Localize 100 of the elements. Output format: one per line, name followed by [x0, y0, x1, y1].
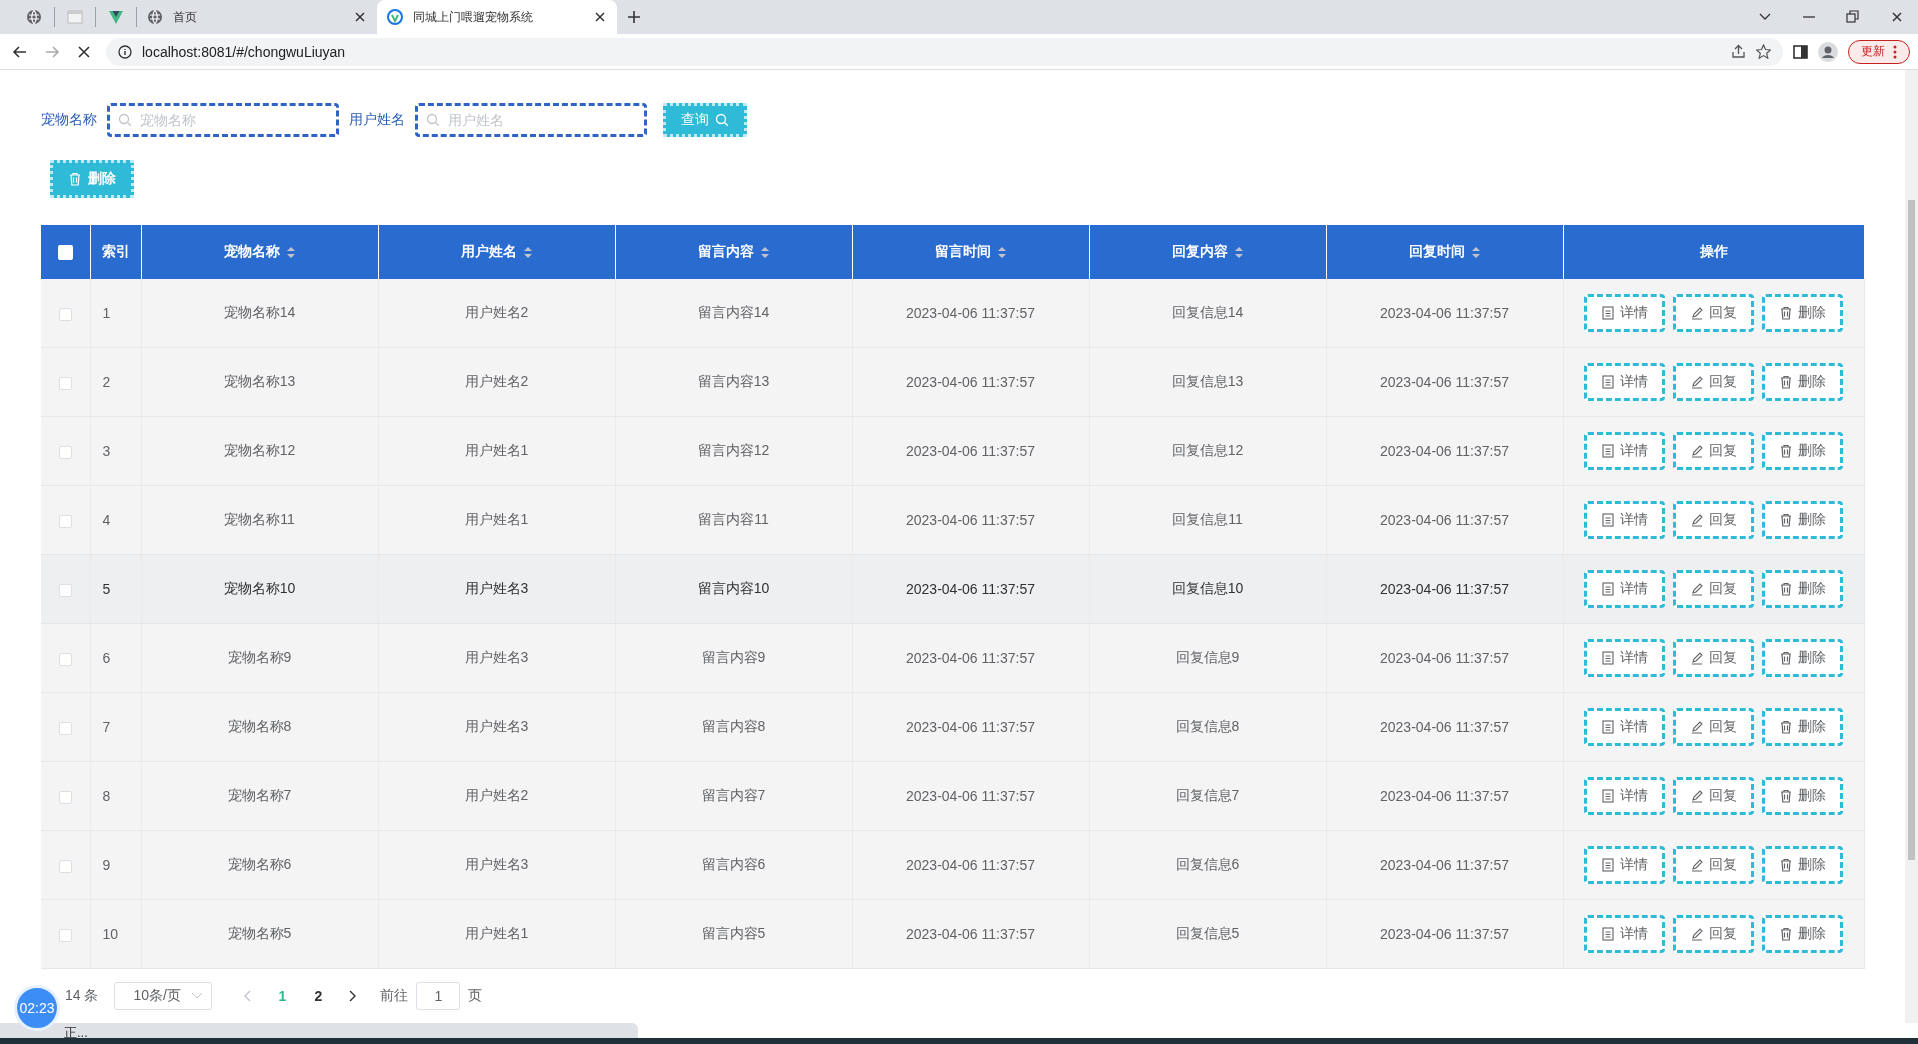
browser-tab[interactable]: 同城上门喂遛宠物系统: [377, 0, 617, 34]
table-cell: 用户姓名2: [464, 787, 529, 803]
delete-button[interactable]: 删除: [1762, 432, 1843, 470]
delete-button[interactable]: 删除: [1762, 363, 1843, 401]
sort-icon[interactable]: [996, 245, 1007, 259]
table-row[interactable]: 8 宠物名称7 用户姓名2 留言内容7 2023-04-06 11:37:57 回复信息7 2023-04-06 11:37:57 详情 回复 删除: [41, 761, 1864, 831]
search-field[interactable]: 宠物名称: [107, 103, 339, 137]
document-icon: [1601, 789, 1615, 803]
table-row[interactable]: 7 宠物名称8 用户姓名3 留言内容8 2023-04-06 11:37:57 回复信息8 2023-04-06 11:37:57 详情 回复 删除: [41, 692, 1864, 762]
details-button[interactable]: 详情: [1584, 501, 1665, 539]
page-input[interactable]: 1: [416, 982, 461, 1010]
sort-icon[interactable]: [759, 245, 770, 259]
delete-button[interactable]: 删除: [1762, 777, 1843, 815]
table-row[interactable]: 9 宠物名称6 用户姓名3 留言内容6 2023-04-06 11:37:57 回复信息6 2023-04-06 11:37:57 详情 回复 删除: [41, 830, 1864, 900]
row-checkbox[interactable]: [58, 859, 72, 873]
reply-button[interactable]: 回复: [1673, 294, 1754, 332]
share-icon[interactable]: [1731, 44, 1746, 59]
document-icon: [1601, 720, 1615, 734]
restore-icon[interactable]: [1846, 10, 1860, 24]
address-bar[interactable]: localhost:8081/#/chongwuLiuyan: [106, 37, 1783, 66]
details-button[interactable]: 详情: [1584, 846, 1665, 884]
close-icon[interactable]: [593, 10, 607, 24]
sort-icon[interactable]: [285, 245, 296, 259]
reply-button[interactable]: 回复: [1673, 708, 1754, 746]
reply-button[interactable]: 回复: [1673, 915, 1754, 953]
prev-page-icon[interactable]: [244, 990, 253, 1002]
column-header[interactable]: 留言内容: [697, 243, 770, 261]
page-number[interactable]: 2: [300, 988, 337, 1004]
table-cell: 2023-04-06 11:37:57: [906, 650, 1035, 666]
delete-button[interactable]: 删除: [1762, 501, 1843, 539]
browser-tab[interactable]: 首页: [137, 0, 377, 34]
sort-icon[interactable]: [1233, 245, 1244, 259]
table-row[interactable]: 3 宠物名称12 用户姓名1 留言内容12 2023-04-06 11:37:57 回复信息12 2023-04-06 11:37:57 详情 回复 删除: [41, 416, 1864, 486]
avatar-icon[interactable]: [1818, 41, 1838, 62]
select-all-checkbox[interactable]: [57, 245, 73, 261]
column-header[interactable]: 回复内容: [1171, 243, 1244, 261]
trash-icon: [68, 172, 82, 186]
table-cell: 宠物名称13: [223, 373, 296, 389]
column-header[interactable]: 宠物名称: [223, 243, 296, 261]
details-button[interactable]: 详情: [1584, 432, 1665, 470]
details-button[interactable]: 详情: [1584, 777, 1665, 815]
details-button[interactable]: 详情: [1584, 294, 1665, 332]
table-row[interactable]: 2 宠物名称13 用户姓名2 留言内容13 2023-04-06 11:37:57 回复信息13 2023-04-06 11:37:57 详情 回复 删除: [41, 347, 1864, 417]
details-button[interactable]: 详情: [1584, 570, 1665, 608]
star-icon[interactable]: [1756, 44, 1771, 59]
pen-icon: [1690, 651, 1704, 665]
table-cell: 留言内容6: [701, 856, 766, 872]
forward-arrow-icon[interactable]: [44, 43, 60, 60]
sort-icon[interactable]: [1470, 245, 1481, 259]
close-icon[interactable]: [353, 10, 367, 24]
delete-button[interactable]: 删除: [1762, 294, 1843, 332]
back-arrow-icon[interactable]: [12, 43, 28, 60]
delete-button[interactable]: 删除: [1762, 708, 1843, 746]
row-checkbox[interactable]: [58, 514, 72, 528]
reply-button[interactable]: 回复: [1673, 639, 1754, 677]
table-row[interactable]: 6 宠物名称9 用户姓名3 留言内容9 2023-04-06 11:37:57 回复信息9 2023-04-06 11:37:57 详情 回复 删除: [41, 623, 1864, 693]
close-icon[interactable]: [1890, 10, 1904, 24]
table-row[interactable]: 10 宠物名称5 用户姓名1 留言内容5 2023-04-06 11:37:57 回复信息5 2023-04-06 11:37:57 详情 回复 删除: [41, 899, 1864, 969]
update-button[interactable]: 更新: [1848, 39, 1910, 64]
table-row[interactable]: 4 宠物名称11 用户姓名1 留言内容11 2023-04-06 11:37:57 回复信息11 2023-04-06 11:37:57 详情 回复 删除: [41, 485, 1864, 555]
delete-button[interactable]: 删除: [1762, 570, 1843, 608]
delete-button[interactable]: 删除: [1762, 915, 1843, 953]
row-checkbox[interactable]: [58, 721, 72, 735]
reply-button[interactable]: 回复: [1673, 570, 1754, 608]
details-button[interactable]: 详情: [1584, 915, 1665, 953]
column-header[interactable]: 留言时间: [934, 243, 1007, 261]
sort-icon[interactable]: [522, 245, 533, 259]
pen-icon: [1690, 789, 1704, 803]
scrollbar[interactable]: [1905, 70, 1918, 1023]
row-checkbox[interactable]: [58, 652, 72, 666]
table-row[interactable]: 1 宠物名称14 用户姓名2 留言内容14 2023-04-06 11:37:57 回复信息14 2023-04-06 11:37:57 详情 回复 删除: [41, 279, 1864, 348]
stop-loading-icon[interactable]: [76, 43, 92, 60]
table-cell: 回复信息9: [1175, 649, 1240, 665]
details-button[interactable]: 详情: [1584, 363, 1665, 401]
row-checkbox[interactable]: [58, 583, 72, 597]
side-panel-icon[interactable]: [1793, 43, 1808, 60]
row-checkbox[interactable]: [58, 376, 72, 390]
details-button[interactable]: 详情: [1584, 639, 1665, 677]
hovered-row[interactable]: 5 宠物名称10 用户姓名3 留言内容10 2023-04-06 11:37:57 回复信息10 2023-04-06 11:37:57 详情 回复 删除: [41, 554, 1864, 624]
reply-button[interactable]: 回复: [1673, 777, 1754, 815]
delete-button[interactable]: 删除: [1762, 639, 1843, 677]
search-field[interactable]: 用户姓名: [415, 103, 647, 137]
row-checkbox[interactable]: [58, 928, 72, 942]
plus-icon[interactable]: [627, 10, 641, 24]
reply-button[interactable]: 回复: [1673, 363, 1754, 401]
page-size-select[interactable]: 10条/页: [114, 982, 213, 1010]
next-page-icon[interactable]: [348, 990, 357, 1002]
table-cell: 用户姓名1: [464, 442, 529, 458]
column-header[interactable]: 用户姓名: [460, 243, 533, 261]
row-checkbox[interactable]: [58, 307, 72, 321]
more-icon[interactable]: [1893, 44, 1897, 59]
details-button[interactable]: 详情: [1584, 708, 1665, 746]
delete-button[interactable]: 删除: [1762, 846, 1843, 884]
reply-button[interactable]: 回复: [1673, 501, 1754, 539]
trash-icon: [1779, 513, 1793, 527]
row-checkbox[interactable]: [58, 445, 72, 459]
column-header[interactable]: 回复时间: [1408, 243, 1481, 261]
reply-button[interactable]: 回复: [1673, 432, 1754, 470]
reply-button[interactable]: 回复: [1673, 846, 1754, 884]
row-checkbox[interactable]: [58, 790, 72, 804]
